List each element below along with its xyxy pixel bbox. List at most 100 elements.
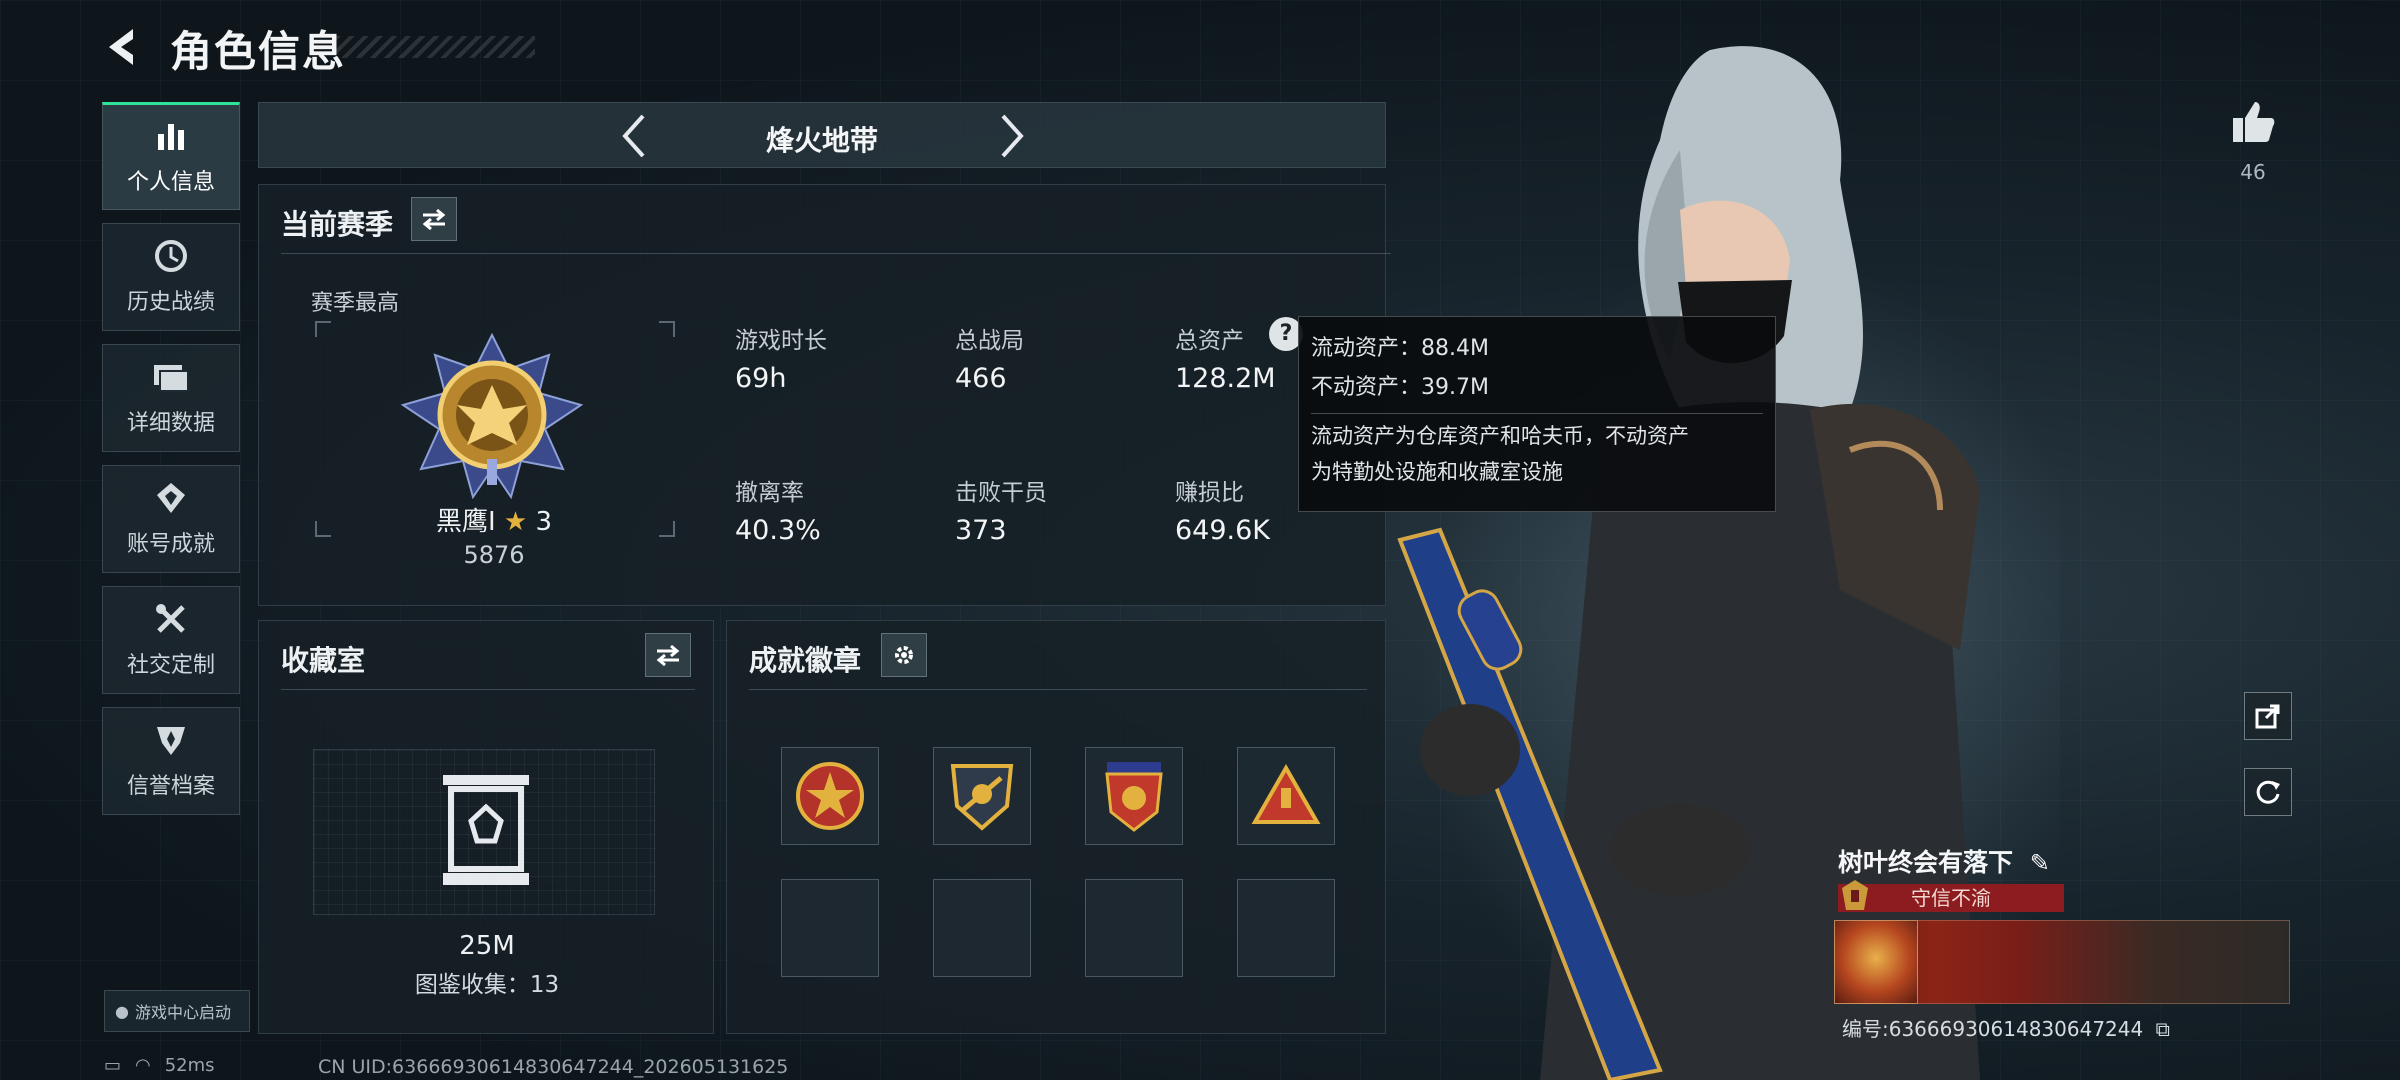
profile-card-thumbnail[interactable]	[1834, 920, 1918, 1004]
wifi-icon: ◠	[135, 1055, 151, 1076]
like-button[interactable]: 46	[2226, 98, 2280, 184]
assets-tooltip: 流动资产：88.4M 不动资产：39.7M 流动资产为仓库资产和哈夫币，不动资产…	[1298, 316, 1776, 512]
sidebar-item-history[interactable]: 历史战绩	[102, 223, 240, 331]
collection-panel[interactable]: 收藏室 25M 图鉴收集：13	[258, 620, 714, 1034]
mode-selector: 烽火地带	[258, 102, 1386, 168]
collection-catalog: 图鉴收集：13	[414, 972, 560, 998]
stat-label-extraction-rate: 撤离率	[735, 480, 804, 506]
rank-points: 5876	[463, 541, 525, 569]
sidebar: 个人信息 历史战绩 详细数据 账号成就 社交定制 信誉档案	[102, 102, 240, 828]
sidebar-item-label: 历史战绩	[126, 290, 215, 315]
mode-next-button[interactable]	[987, 109, 1037, 163]
history-icon	[151, 238, 191, 274]
divider	[749, 689, 1367, 690]
sidebar-item-label: 详细数据	[126, 411, 215, 436]
player-name-text: 树叶终会有落下	[1838, 848, 2014, 877]
achievement-icon	[151, 480, 191, 516]
sidebar-item-reputation[interactable]: 信誉档案	[102, 707, 240, 815]
divider	[281, 689, 695, 690]
stat-label-profit-ratio: 赚损比	[1175, 480, 1244, 506]
stat-value-assets: 128.2M	[1175, 363, 1276, 394]
stat-value-matches: 466	[955, 363, 1007, 394]
stat-value-kills: 373	[955, 515, 1007, 546]
honor-emblem-icon	[1842, 880, 1868, 910]
badge-slot[interactable]	[933, 747, 1031, 845]
title-decoration	[335, 36, 535, 58]
ping-value: 52ms	[164, 1055, 215, 1076]
stat-value-profit-ratio: 649.6K	[1175, 515, 1271, 546]
swap-icon	[656, 644, 680, 666]
share-button[interactable]	[2244, 692, 2292, 740]
stat-label-matches: 总战局	[955, 328, 1024, 354]
frame-corner	[315, 321, 331, 337]
badge-slot-empty[interactable]	[781, 879, 879, 977]
like-count: 46	[2240, 160, 2266, 184]
tooltip-liquid-assets: 流动资产：88.4M	[1311, 336, 1489, 361]
badges-title: 成就徽章	[749, 644, 862, 677]
page-title: 角色信息	[170, 27, 347, 76]
badge-slot[interactable]	[1237, 747, 1335, 845]
back-button[interactable]	[100, 22, 146, 72]
stat-label-playtime: 游戏时长	[735, 328, 827, 354]
bar-chart-icon	[151, 118, 191, 154]
season-title: 当前赛季	[281, 208, 394, 241]
collection-value: 25M	[459, 931, 515, 961]
frame-corner	[659, 321, 675, 337]
badge-shield-icon	[950, 764, 1014, 831]
season-panel: 当前赛季 赛季最高 黑鹰Ⅰ ★ 3 5876 游戏时长 69h 总战局 466 …	[258, 184, 1391, 606]
badge-slot-empty[interactable]	[1085, 879, 1183, 977]
launch-label: 游戏中心启动	[134, 1003, 231, 1022]
rank-line: 黑鹰Ⅰ ★ 3	[259, 501, 729, 538]
collection-switch-button[interactable]	[645, 633, 691, 677]
gear-icon	[895, 646, 913, 664]
tooltip-fixed-assets: 不动资产：39.7M	[1311, 375, 1489, 400]
share-icon	[2255, 704, 2280, 729]
badge-slot[interactable]	[781, 747, 879, 845]
refresh-icon	[2256, 780, 2280, 804]
copy-icon[interactable]: ⧉	[2156, 1017, 2170, 1041]
sidebar-item-social[interactable]: 社交定制	[102, 586, 240, 694]
qq-icon: ●	[115, 1001, 129, 1021]
player-id-line: 编号:636669306148306472​44 ⧉	[1842, 1013, 2170, 1042]
battery-icon: ▭	[104, 1055, 122, 1076]
collection-title: 收藏室	[281, 644, 366, 677]
folder-icon	[151, 359, 191, 395]
badge-star-icon	[796, 762, 864, 830]
tooltip-divider	[1311, 413, 1763, 414]
star-icon: ★	[503, 507, 528, 537]
sidebar-item-achievements[interactable]: 账号成就	[102, 465, 240, 573]
rank-stars: 3	[535, 507, 553, 537]
tooltip-desc-line2: 为特勤处设施和收藏室设施	[1311, 460, 1563, 484]
game-center-launch-button[interactable]: ● 游戏中心启动	[104, 990, 250, 1032]
chevron-right-icon	[1001, 114, 1024, 158]
stat-value-extraction-rate: 40.3%	[735, 515, 821, 546]
reputation-icon	[151, 722, 191, 758]
collection-cabinet-icon	[443, 775, 529, 885]
sidebar-item-label: 信誉档案	[126, 774, 215, 799]
badge-slot-empty[interactable]	[1237, 879, 1335, 977]
tools-icon	[151, 601, 191, 637]
sidebar-item-personal-info[interactable]: 个人信息	[102, 102, 240, 210]
badge-crest-icon	[1105, 762, 1163, 832]
edit-icon[interactable]: ✎	[2030, 849, 2050, 877]
thumbs-up-icon	[2233, 102, 2275, 142]
player-id: 编号:636669306148306472​44	[1842, 1017, 2144, 1041]
refresh-button[interactable]	[2244, 768, 2292, 816]
sidebar-item-detailed-data[interactable]: 详细数据	[102, 344, 240, 452]
stat-label-assets: 总资产	[1175, 328, 1244, 354]
season-switch-button[interactable]	[411, 197, 457, 241]
stat-value-playtime: 69h	[735, 363, 787, 394]
sidebar-item-label: 账号成就	[126, 532, 215, 557]
divider	[281, 253, 1391, 254]
honor-title: 守信不渝	[1838, 884, 2064, 912]
status-bar: ▭ ◠ 52ms	[104, 1055, 215, 1076]
stat-label-kills: 击败干员	[955, 480, 1047, 506]
mode-title: 烽火地带	[765, 124, 878, 157]
swap-icon	[422, 208, 446, 230]
badge-slot-empty[interactable]	[933, 879, 1031, 977]
tooltip-desc-line1: 流动资产为仓库资产和哈夫币，不动资产	[1311, 424, 1689, 448]
badges-settings-button[interactable]	[881, 633, 927, 677]
player-name: 树叶终会有落下 ✎	[1838, 843, 2050, 879]
back-arrow-icon	[109, 29, 133, 65]
badge-slot[interactable]	[1085, 747, 1183, 845]
